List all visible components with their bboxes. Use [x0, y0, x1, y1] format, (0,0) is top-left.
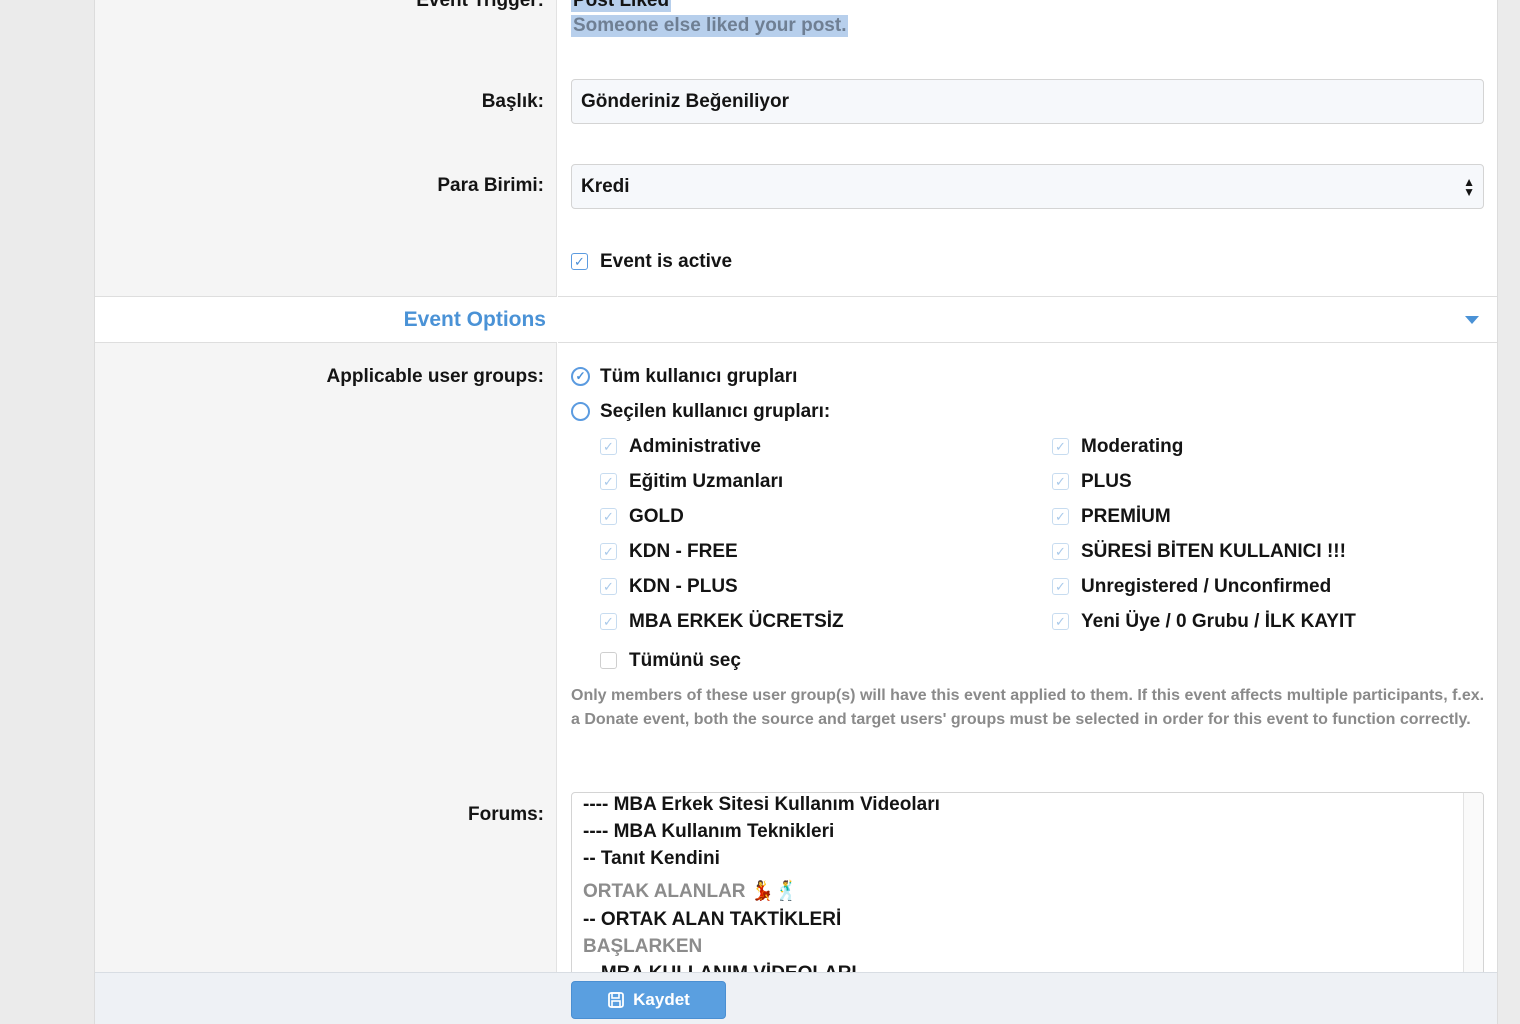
baslik-input[interactable]: Gönderiniz Beğeniliyor [571, 79, 1484, 124]
label-column [95, 0, 557, 1024]
forum-option[interactable]: -- ORTAK ALAN TAKTİKLERİ [583, 909, 841, 931]
user-group-checkbox[interactable]: ✓ [600, 543, 617, 560]
event-trigger-label: Event Trigger: [416, 0, 544, 11]
select-all-label: Tümünü seç [629, 650, 741, 671]
user-group-checkbox[interactable]: ✓ [1052, 508, 1069, 525]
user-group-checkbox[interactable]: ✓ [1052, 613, 1069, 630]
user-group-checkbox[interactable]: ✓ [1052, 578, 1069, 595]
form-panel: Event Trigger: Post Liked Someone else l… [94, 0, 1498, 1024]
radio-all-groups[interactable]: ✓ [571, 367, 590, 386]
forums-label: Forums: [468, 804, 544, 825]
event-active-label: Event is active [600, 251, 733, 272]
user-group-label: Moderating [1081, 436, 1184, 457]
user-group-checkbox[interactable]: ✓ [600, 578, 617, 595]
forum-category-option[interactable]: ORTAK ALANLAR 💃🕺 [583, 879, 798, 903]
selected-groups-label: Seçilen kullanıcı grupları: [600, 401, 831, 422]
caret-down-icon[interactable] [1465, 316, 1479, 324]
user-group-label: Yeni Üye / 0 Grubu / İLK KAYIT [1081, 611, 1356, 632]
event-trigger-description: Someone else liked your post. [571, 15, 849, 37]
forums-scrollbar[interactable] [1463, 793, 1483, 991]
radio-selected-groups[interactable] [571, 402, 590, 421]
forums-multiselect[interactable]: ---- MBA Erkek Sitesi Kullanım Videoları… [571, 792, 1484, 992]
form-footer: Kaydet [95, 972, 1497, 1024]
user-group-checkbox[interactable]: ✓ [1052, 543, 1069, 560]
forum-option[interactable]: -- Tanıt Kendini [583, 848, 720, 870]
band-divider-mask [557, 296, 558, 343]
save-icon [608, 992, 625, 1008]
user-group-label: Unregistered / Unconfirmed [1081, 576, 1332, 597]
save-label: Kaydet [633, 990, 690, 1009]
event-active-checkbox[interactable]: ✓ [571, 253, 588, 270]
user-group-label: GOLD [629, 506, 684, 527]
user-group-label: PLUS [1081, 471, 1132, 492]
user-group-checkbox[interactable]: ✓ [600, 473, 617, 490]
save-button[interactable]: Kaydet [571, 981, 726, 1019]
user-group-label: Administrative [629, 436, 761, 457]
all-groups-label: Tüm kullanıcı grupları [600, 366, 798, 387]
para-birimi-select[interactable]: Kredi ▲ ▼ [571, 164, 1484, 209]
user-groups-help-text: Only members of these user group(s) will… [571, 687, 1485, 728]
forum-option[interactable]: ---- MBA Erkek Sitesi Kullanım Videoları [583, 794, 940, 816]
user-group-label: KDN - PLUS [629, 576, 738, 597]
event-options-header[interactable]: Event Options [95, 296, 1497, 343]
forum-option[interactable]: ---- MBA Kullanım Teknikleri [583, 821, 834, 843]
user-group-label: SÜRESİ BİTEN KULLANICI !!! [1081, 541, 1346, 562]
select-all-checkbox[interactable] [600, 652, 617, 669]
select-arrows-icon: ▲ ▼ [1463, 175, 1475, 199]
user-group-checkbox[interactable]: ✓ [1052, 438, 1069, 455]
user-group-checkbox[interactable]: ✓ [1052, 473, 1069, 490]
baslik-label: Başlık: [481, 91, 544, 112]
user-group-checkbox[interactable]: ✓ [600, 508, 617, 525]
para-birimi-label: Para Birimi: [437, 175, 544, 196]
user-groups-label: Applicable user groups: [326, 366, 544, 387]
user-group-label: MBA ERKEK ÜCRETSİZ [629, 611, 844, 632]
user-group-label: PREMİUM [1081, 506, 1171, 527]
user-group-checkbox[interactable]: ✓ [600, 438, 617, 455]
user-group-label: KDN - FREE [629, 541, 738, 562]
para-birimi-value: Kredi [581, 176, 630, 197]
event-trigger-title: Post Liked [571, 0, 672, 12]
user-group-checkbox[interactable]: ✓ [600, 613, 617, 630]
event-options-title: Event Options [403, 308, 546, 331]
user-group-label: Eğitim Uzmanları [629, 471, 784, 492]
forum-category-option[interactable]: BAŞLARKEN [583, 936, 702, 958]
